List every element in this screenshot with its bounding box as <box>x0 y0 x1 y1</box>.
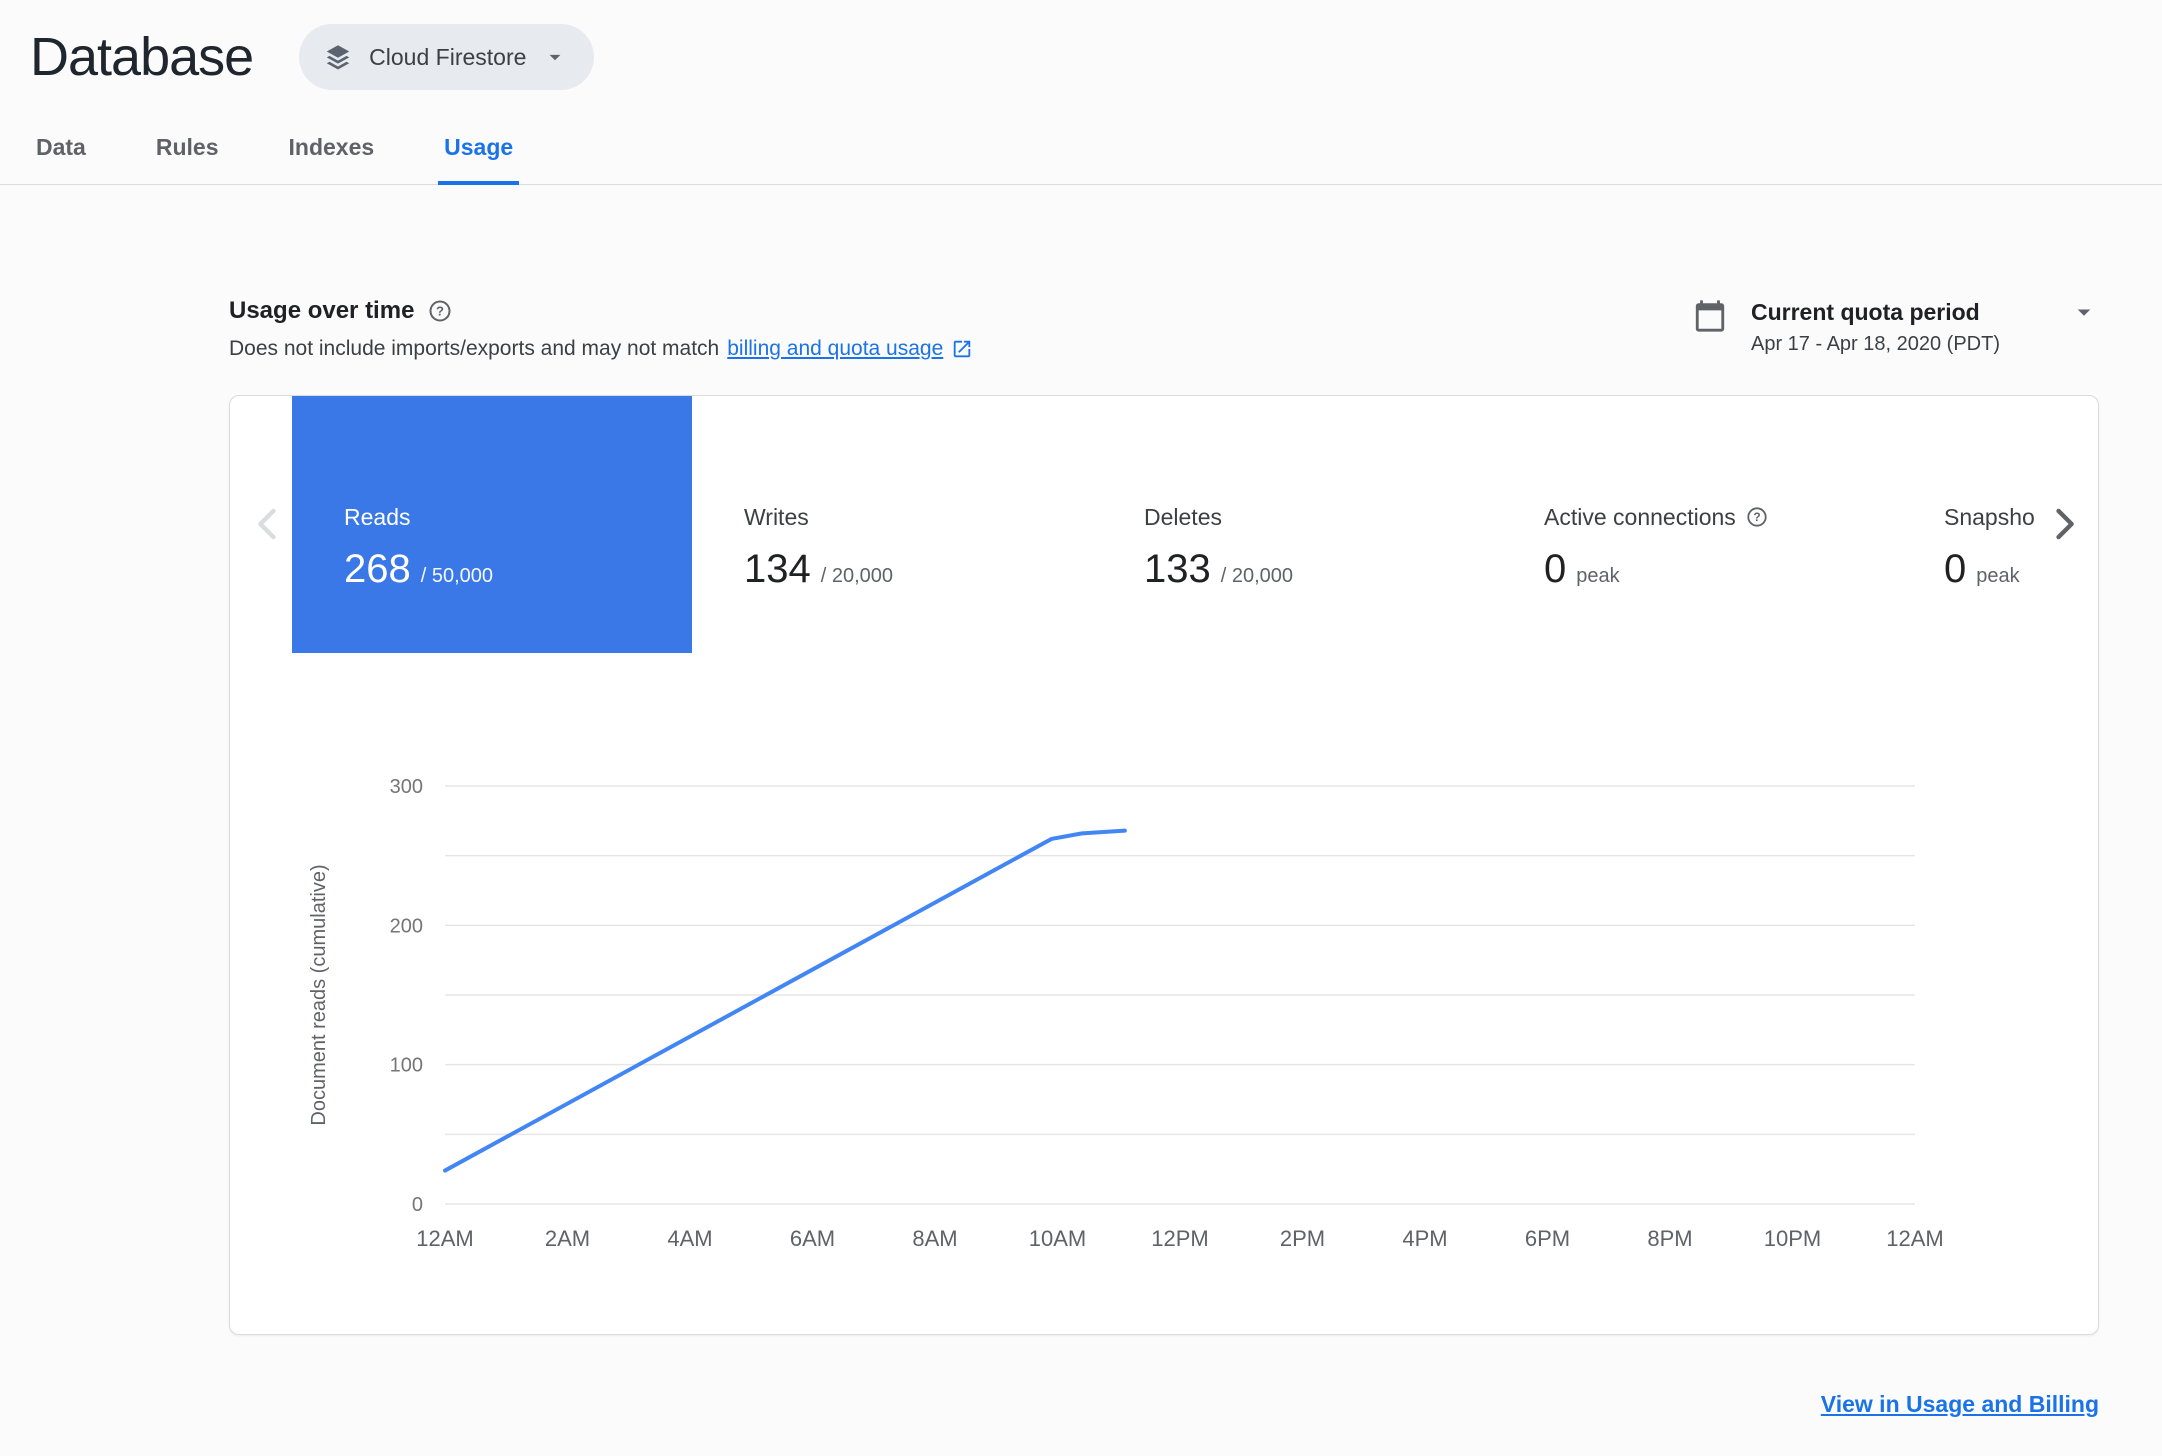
tab-data[interactable]: Data <box>30 120 92 185</box>
usage-card: Reads 268/ 50,000 Writes 134/ 20,000 Del… <box>229 395 2099 1335</box>
product-selector[interactable]: Cloud Firestore <box>299 24 595 90</box>
calendar-icon <box>1693 299 1727 356</box>
svg-text:6PM: 6PM <box>1525 1226 1570 1251</box>
usage-subtitle: Does not include imports/exports and may… <box>229 337 973 361</box>
svg-text:Document reads (cumulative): Document reads (cumulative) <box>308 864 330 1125</box>
view-usage-billing-link[interactable]: View in Usage and Billing <box>1821 1391 2099 1417</box>
svg-text:200: 200 <box>390 915 423 937</box>
svg-text:300: 300 <box>390 776 423 798</box>
svg-text:0: 0 <box>412 1194 423 1216</box>
open-in-new-icon <box>951 338 973 360</box>
firestore-icon <box>323 42 353 72</box>
svg-text:?: ? <box>1753 510 1760 524</box>
svg-text:4PM: 4PM <box>1402 1226 1447 1251</box>
tab-indexes[interactable]: Indexes <box>283 120 381 185</box>
usage-heading-block: Usage over time ? Does not include impor… <box>229 297 973 361</box>
metrics-scroll-right-button[interactable] <box>2040 500 2088 548</box>
usage-section-header: Usage over time ? Does not include impor… <box>229 297 2099 361</box>
product-selector-label: Cloud Firestore <box>369 43 527 70</box>
svg-text:8PM: 8PM <box>1647 1226 1692 1251</box>
svg-text:10PM: 10PM <box>1764 1226 1821 1251</box>
metric-name: Writes <box>744 503 809 530</box>
metric-tile-deletes[interactable]: Deletes 133/ 20,000 <box>1092 396 1492 653</box>
svg-text:6AM: 6AM <box>790 1226 835 1251</box>
metric-name: Reads <box>344 503 411 530</box>
usage-subtitle-text: Does not include imports/exports and may… <box>229 337 720 360</box>
metric-tile-reads[interactable]: Reads 268/ 50,000 <box>292 396 692 653</box>
svg-text:8AM: 8AM <box>912 1226 957 1251</box>
page-header: Database Cloud Firestore <box>0 0 2162 90</box>
metric-value-row: 268/ 50,000 <box>344 546 494 591</box>
billing-quota-link[interactable]: billing and quota usage <box>727 337 973 361</box>
metrics-scroll-left-button[interactable] <box>244 500 292 548</box>
help-icon[interactable]: ? <box>1746 506 1768 528</box>
metric-name: Deletes <box>1144 503 1222 530</box>
svg-text:10AM: 10AM <box>1029 1226 1086 1251</box>
dropdown-caret-icon <box>2069 297 2099 327</box>
quota-period-range: Apr 17 - Apr 18, 2020 (PDT) <box>1751 333 2001 355</box>
usage-heading: Usage over time <box>229 297 415 324</box>
footer: View in Usage and Billing <box>229 1391 2099 1418</box>
metric-name: Active connections <box>1544 503 1736 530</box>
metric-tiles: Reads 268/ 50,000 Writes 134/ 20,000 Del… <box>292 396 2098 653</box>
tab-bar: Data Rules Indexes Usage <box>0 120 2162 185</box>
metric-tile-writes[interactable]: Writes 134/ 20,000 <box>692 396 1092 653</box>
chevron-down-icon <box>542 44 568 70</box>
usage-chart: 0 100 200 300 12AM 2AM 4AM 6AM 8AM 10AM 12PM 2PM 4PM… <box>308 776 1944 1251</box>
metric-tile-active-connections[interactable]: Active connections ? 0 peak <box>1492 396 1892 653</box>
metric-value-row: 0 peak <box>1944 546 2020 591</box>
quota-period-selector[interactable]: Current quota period Apr 17 - Apr 18, 20… <box>1693 297 2099 356</box>
svg-text:12AM: 12AM <box>1886 1226 1943 1251</box>
tab-rules[interactable]: Rules <box>150 120 225 185</box>
metric-value-row: 133/ 20,000 <box>1144 546 1294 591</box>
metric-value-row: 0 peak <box>1544 546 1620 591</box>
billing-quota-link-label: billing and quota usage <box>727 337 944 360</box>
svg-text:12PM: 12PM <box>1151 1226 1208 1251</box>
tab-usage[interactable]: Usage <box>438 120 520 185</box>
metric-value-row: 134/ 20,000 <box>744 546 894 591</box>
svg-text:2PM: 2PM <box>1280 1226 1325 1251</box>
svg-text:?: ? <box>436 304 444 319</box>
svg-text:12AM: 12AM <box>416 1226 473 1251</box>
svg-text:4AM: 4AM <box>667 1226 712 1251</box>
svg-text:2AM: 2AM <box>545 1226 590 1251</box>
page-title: Database <box>30 27 254 87</box>
quota-period-label: Current quota period <box>1751 298 1980 325</box>
help-icon[interactable]: ? <box>428 299 452 323</box>
svg-text:100: 100 <box>390 1055 423 1077</box>
